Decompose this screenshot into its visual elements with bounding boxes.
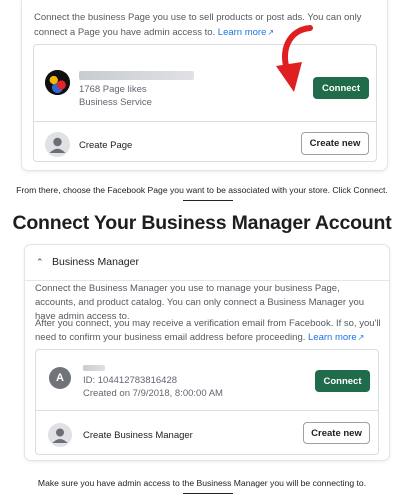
business-manager-card: ⌃ Business Manager Connect the Business … [25, 245, 389, 460]
connect-business-manager-button[interactable]: Connect [315, 370, 370, 392]
business-avatar: A [49, 367, 71, 389]
business-manager-header[interactable]: ⌃ Business Manager [25, 245, 389, 281]
page-name-redacted [79, 71, 194, 80]
business-manager-list: A ID: 104412783816428 Created on 7/9/201… [35, 349, 379, 455]
caption-page: From there, choose the Facebook Page you… [16, 185, 388, 195]
page-category: Business Service [79, 97, 152, 108]
chevron-up-icon[interactable]: ⌃ [36, 257, 44, 268]
page-selection-card: Connect the business Page you use to sel… [22, 0, 387, 170]
caption-divider [183, 493, 233, 494]
create-page-label: Create Page [79, 140, 133, 151]
create-new-page-button[interactable]: Create new [301, 132, 369, 155]
row-divider [36, 410, 378, 411]
business-manager-title: Business Manager [52, 256, 139, 268]
business-name-redacted [83, 365, 105, 371]
external-link-icon: ↗ [357, 333, 365, 342]
user-placeholder-icon [45, 132, 70, 157]
business-created-date: Created on 7/9/2018, 8:00:00 AM [83, 388, 223, 399]
create-new-business-manager-button[interactable]: Create new [303, 422, 370, 444]
page-avatar [45, 70, 70, 95]
section-heading: Connect Your Business Manager Account [12, 212, 392, 234]
caption-business-manager: Make sure you have admin access to the B… [37, 478, 367, 488]
business-id: ID: 104412783816428 [83, 375, 178, 386]
create-business-manager-label: Create Business Manager [83, 430, 193, 441]
caption-divider [183, 200, 233, 201]
learn-more-link[interactable]: Learn more [308, 332, 357, 343]
user-placeholder-icon [48, 423, 72, 447]
page-likes: 1768 Page likes [79, 84, 147, 95]
verification-note: After you connect, you may receive a ver… [35, 317, 381, 345]
row-divider [34, 121, 376, 122]
annotation-arrow-icon [276, 25, 313, 92]
